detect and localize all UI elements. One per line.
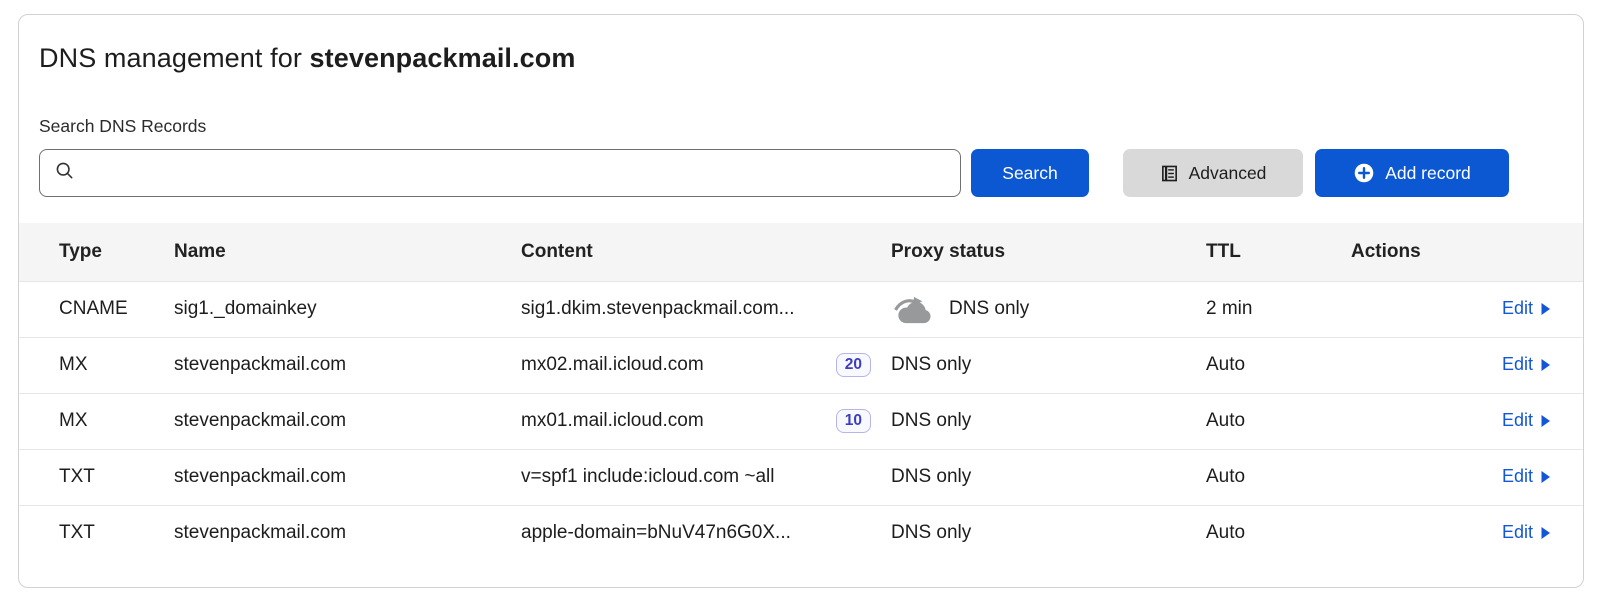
search-dns-records-label: Search DNS Records	[39, 116, 1563, 137]
column-header-ttl: TTL	[1206, 223, 1351, 281]
record-content-text: apple-domain=bNuV47n6G0X...	[521, 522, 791, 544]
record-content: mx01.mail.icloud.com 10	[521, 393, 891, 449]
column-header-actions: Actions	[1351, 223, 1583, 281]
record-ttl: 2 min	[1206, 281, 1351, 337]
table-row: TXT stevenpackmail.com v=spf1 include:ic…	[19, 449, 1583, 505]
proxy-status-text: DNS only	[891, 466, 971, 488]
column-header-type: Type	[19, 223, 174, 281]
list-document-icon	[1160, 164, 1179, 183]
record-content: apple-domain=bNuV47n6G0X...	[521, 505, 891, 561]
advanced-button[interactable]: Advanced	[1123, 149, 1303, 197]
table-header-row: Type Name Content Proxy status TTL Actio…	[19, 223, 1583, 281]
search-button[interactable]: Search	[971, 149, 1089, 197]
mx-priority-badge: 20	[836, 353, 871, 377]
record-proxy-status: DNS only	[891, 337, 1206, 393]
record-name: stevenpackmail.com	[174, 505, 521, 561]
column-header-name: Name	[174, 223, 521, 281]
page-title-domain: stevenpackmail.com	[310, 43, 576, 73]
edit-record-link[interactable]: Edit	[1502, 354, 1551, 375]
record-content-text: v=spf1 include:icloud.com ~all	[521, 466, 774, 488]
dns-management-card: DNS management for stevenpackmail.com Se…	[18, 14, 1584, 588]
table-row: MX stevenpackmail.com mx02.mail.icloud.c…	[19, 337, 1583, 393]
record-proxy-status: DNS only	[891, 449, 1206, 505]
triangle-right-icon	[1540, 414, 1551, 428]
record-type: TXT	[19, 505, 174, 561]
record-type: CNAME	[19, 281, 174, 337]
record-content: v=spf1 include:icloud.com ~all	[521, 449, 891, 505]
record-name: stevenpackmail.com	[174, 337, 521, 393]
record-content-text: sig1.dkim.stevenpackmail.com...	[521, 298, 795, 320]
triangle-right-icon	[1540, 302, 1551, 316]
record-name: sig1._domainkey	[174, 281, 521, 337]
record-content: sig1.dkim.stevenpackmail.com...	[521, 281, 891, 337]
proxy-status-text: DNS only	[891, 410, 971, 432]
search-icon	[54, 160, 75, 186]
record-name: stevenpackmail.com	[174, 393, 521, 449]
gray-cloud-arrow-icon	[891, 294, 937, 324]
search-toolbar: Search Advanced Add record	[39, 149, 1563, 197]
edit-record-link[interactable]: Edit	[1502, 298, 1551, 319]
table-row: MX stevenpackmail.com mx01.mail.icloud.c…	[19, 393, 1583, 449]
dns-records-table: Type Name Content Proxy status TTL Actio…	[19, 223, 1583, 561]
record-name: stevenpackmail.com	[174, 449, 521, 505]
record-ttl: Auto	[1206, 337, 1351, 393]
record-type: MX	[19, 393, 174, 449]
edit-link-label: Edit	[1502, 522, 1533, 543]
search-input[interactable]	[85, 163, 946, 183]
record-proxy-status: DNS only	[891, 505, 1206, 561]
edit-record-link[interactable]: Edit	[1502, 522, 1551, 543]
add-record-button[interactable]: Add record	[1315, 149, 1509, 197]
record-content-text: mx01.mail.icloud.com	[521, 410, 704, 432]
triangle-right-icon	[1540, 526, 1551, 540]
triangle-right-icon	[1540, 358, 1551, 372]
plus-circle-icon	[1353, 162, 1375, 184]
search-input-container[interactable]	[39, 149, 961, 197]
edit-link-label: Edit	[1502, 410, 1533, 431]
triangle-right-icon	[1540, 470, 1551, 484]
add-record-button-label: Add record	[1385, 163, 1471, 184]
edit-link-label: Edit	[1502, 354, 1533, 375]
record-content: mx02.mail.icloud.com 20	[521, 337, 891, 393]
record-type: MX	[19, 337, 174, 393]
column-header-content: Content	[521, 223, 891, 281]
edit-record-link[interactable]: Edit	[1502, 410, 1551, 431]
advanced-button-label: Advanced	[1189, 163, 1267, 184]
record-ttl: Auto	[1206, 393, 1351, 449]
edit-link-label: Edit	[1502, 298, 1533, 319]
page-title-prefix: DNS management for	[39, 43, 310, 73]
record-type: TXT	[19, 449, 174, 505]
table-row: TXT stevenpackmail.com apple-domain=bNuV…	[19, 505, 1583, 561]
record-content-text: mx02.mail.icloud.com	[521, 354, 704, 376]
proxy-status-text: DNS only	[891, 522, 971, 544]
edit-record-link[interactable]: Edit	[1502, 466, 1551, 487]
record-proxy-status: DNS only	[891, 393, 1206, 449]
record-ttl: Auto	[1206, 449, 1351, 505]
edit-link-label: Edit	[1502, 466, 1533, 487]
table-row: CNAME sig1._domainkey sig1.dkim.stevenpa…	[19, 281, 1583, 337]
proxy-status-text: DNS only	[891, 354, 971, 376]
proxy-status-text: DNS only	[949, 298, 1029, 320]
record-proxy-status: DNS only	[891, 281, 1206, 337]
mx-priority-badge: 10	[836, 409, 871, 433]
page-title: DNS management for stevenpackmail.com	[39, 43, 1563, 74]
record-ttl: Auto	[1206, 505, 1351, 561]
column-header-proxy-status: Proxy status	[891, 223, 1206, 281]
